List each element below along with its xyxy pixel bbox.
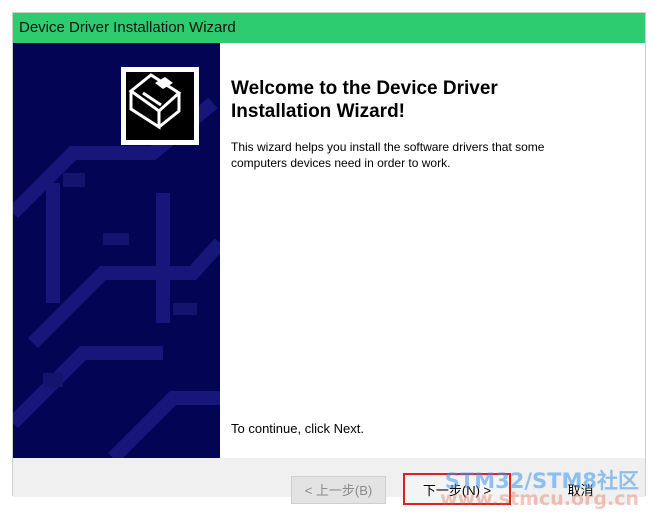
wizard-window: Device Driver Installation Wizard Welcom…	[12, 12, 646, 505]
wizard-side-panel	[13, 43, 220, 458]
window-title: Device Driver Installation Wizard	[19, 19, 236, 36]
title-bar[interactable]: Device Driver Installation Wizard	[13, 13, 645, 43]
wizard-content: Welcome to the Device Driver Installatio…	[220, 43, 645, 458]
wizard-description: This wizard helps you install the softwa…	[231, 140, 545, 170]
watermark-url: www.stmcu.org.cn	[440, 488, 639, 510]
welcome-heading: Welcome to the Device Driver Installatio…	[231, 78, 498, 122]
hardware-device-icon	[128, 73, 182, 130]
wizard-logo	[121, 67, 199, 145]
continue-instruction: To continue, click Next.	[231, 421, 364, 436]
back-button[interactable]: < 上一步(B)	[291, 476, 386, 504]
